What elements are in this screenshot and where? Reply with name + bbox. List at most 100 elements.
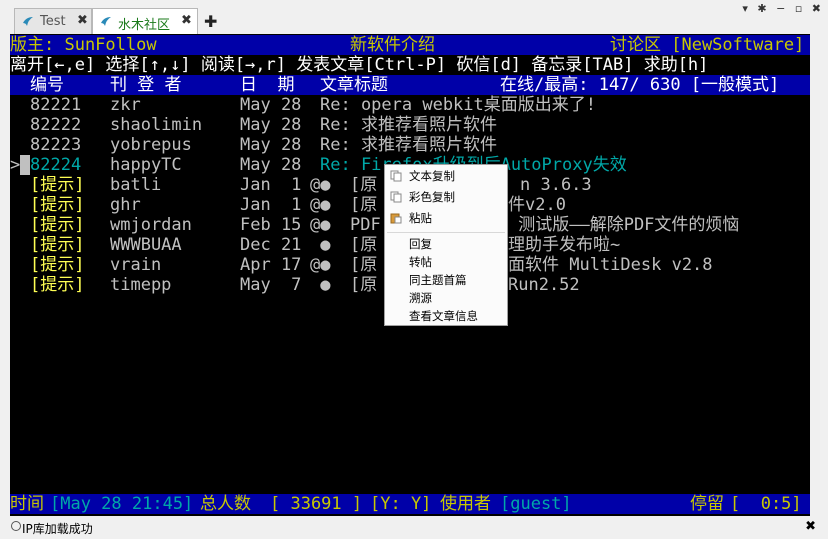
post-num: 82224 <box>30 155 82 175</box>
post-date: Jan 1 <box>240 175 302 195</box>
post-num: [提示] <box>30 215 85 235</box>
post-num: [提示] <box>30 275 85 295</box>
board-header: 版主: SunFollow 新软件介绍 讨论区 [NewSoftware] <box>10 35 810 55</box>
menu-item-forward[interactable]: 转帖 <box>385 253 507 271</box>
status-close-icon[interactable]: ✖ <box>805 519 816 534</box>
post-title: [原 <box>350 195 378 215</box>
post-flag: @● <box>310 215 331 235</box>
board-name: 讨论区 [NewSoftware] <box>610 35 805 55</box>
post-title: [原 <box>350 175 378 195</box>
post-title: [原 <box>350 235 378 255</box>
post-flag: @● <box>310 195 331 215</box>
post-title-tail: 理助手发布啦~ <box>508 235 621 255</box>
post-date: Apr 17 <box>240 255 302 275</box>
post-row[interactable]: 82222 shaolimin May 28 Re: 求推荐看照片软件 <box>10 115 810 135</box>
post-date: Jan 1 <box>240 195 302 215</box>
post-row[interactable]: 82221 zkr May 28 Re: opera webkit桌面版出来了! <box>10 95 810 115</box>
menu-item-copy-text[interactable]: 文本复制 <box>385 167 507 185</box>
menu-item-reply[interactable]: 回复 <box>385 235 507 253</box>
user-label: 使用者 <box>440 494 491 514</box>
online-count: 在线/最高: 147/ 630 [一般模式] <box>500 75 780 95</box>
post-title-tail: Run2.52 <box>508 275 580 295</box>
yy-value: [Y: Y] <box>370 494 432 514</box>
menu-item-trace-source[interactable]: 溯源 <box>385 289 507 307</box>
column-header: 编号 刊 登 者 日 期 文章标题 在线/最高: 147/ 630 [一般模式] <box>10 75 810 95</box>
post-title: PDF <box>350 215 381 235</box>
tab-bar: Test ✖ 水木社区 ✖ ✚ ▾ ✱ − ▫ ✖ <box>0 0 828 35</box>
post-title-tail: 面软件 MultiDesk v2.8 <box>508 255 713 275</box>
status-text: IP库加载成功 <box>22 522 93 536</box>
selection-marker: > <box>10 155 21 175</box>
context-menu: 文本复制 彩色复制 粘贴 回复 转帖 同主题首篇 溯源 查看文章信息 <box>384 164 508 326</box>
post-author: WWWBUAA <box>110 235 182 255</box>
post-author: shaolimin <box>110 115 203 135</box>
post-num: 82221 <box>30 95 82 115</box>
post-title: Re: 求推荐看照片软件 <box>320 135 497 155</box>
post-num: 82222 <box>30 115 82 135</box>
post-title: [原 <box>350 255 378 275</box>
post-author: vrain <box>110 255 162 275</box>
copy-color-icon <box>390 191 402 203</box>
post-flag: @● <box>310 255 331 275</box>
tab-test[interactable]: Test ✖ <box>14 8 92 34</box>
post-num: [提示] <box>30 235 85 255</box>
user-value: [guest] <box>500 494 572 514</box>
globe-icon <box>11 521 21 531</box>
post-date: May 28 <box>240 155 302 175</box>
total-value: [ 33691 ] <box>270 494 363 514</box>
stay-value: [ 0:5] <box>730 494 802 514</box>
post-date: Dec 21 <box>240 235 302 255</box>
post-title: Re: opera webkit桌面版出来了! <box>320 95 596 115</box>
menu-item-post-info[interactable]: 查看文章信息 <box>385 307 507 325</box>
post-num: 82223 <box>30 135 82 155</box>
post-author: timepp <box>110 275 172 295</box>
post-title: Re: 求推荐看照片软件 <box>320 115 497 135</box>
status-bar: IP库加载成功 ✖ <box>0 516 828 539</box>
post-author: ghr <box>110 195 141 215</box>
menu-separator <box>387 232 505 233</box>
help-line: 离开[←,e] 选择[↑,↓] 阅读[→,r] 发表文章[Ctrl-P] 砍信[… <box>10 55 709 75</box>
stay-label: 停留 <box>690 494 724 514</box>
post-flag: ● <box>310 235 331 255</box>
col-date: 日 期 <box>240 75 295 95</box>
post-author: yobrepus <box>110 135 192 155</box>
tab-shuimu[interactable]: 水木社区 ✖ <box>92 8 198 35</box>
vertical-scrollbar[interactable] <box>812 34 828 516</box>
time-value: [May 28 21:45] <box>50 494 194 514</box>
text-cursor <box>20 155 30 175</box>
paste-icon <box>390 213 402 224</box>
col-num: 编号 <box>30 75 64 95</box>
time-label: 时间 <box>10 494 44 514</box>
post-author: wmjordan <box>110 215 192 235</box>
post-date: May 28 <box>240 115 302 135</box>
menu-item-copy-color[interactable]: 彩色复制 <box>385 188 507 206</box>
add-tab-button[interactable]: ✚ <box>204 12 217 31</box>
menu-item-paste[interactable]: 粘贴 <box>385 209 507 227</box>
total-label: 总人数 <box>200 494 251 514</box>
post-num: [提示] <box>30 255 85 275</box>
post-author: batli <box>110 175 162 195</box>
post-date: May 28 <box>240 135 302 155</box>
tab-label: Test <box>40 14 66 29</box>
post-title-tail: n 3.6.3 <box>520 175 592 195</box>
post-flag: @● <box>310 175 331 195</box>
post-num: [提示] <box>30 195 85 215</box>
site-logo-icon <box>101 17 111 26</box>
post-num: [提示] <box>30 175 85 195</box>
post-date: Feb 15 <box>240 215 302 235</box>
copy-text-icon <box>390 170 402 182</box>
menu-item-thread-first[interactable]: 同主题首篇 <box>385 271 507 289</box>
col-title: 文章标题 <box>320 75 388 95</box>
window-controls[interactable]: ▾ ✱ − ▫ ✖ <box>742 2 824 15</box>
col-author: 刊 登 者 <box>110 75 182 95</box>
post-title: [原 <box>350 275 378 295</box>
post-flag: ● <box>310 275 331 295</box>
post-row[interactable]: 82223 yobrepus May 28 Re: 求推荐看照片软件 <box>10 135 810 155</box>
moderator-text: 版主: SunFollow <box>10 35 157 55</box>
footer-bar: 时间 [May 28 21:45] 总人数 [ 33691 ] [Y: Y] 使… <box>10 494 810 514</box>
tab-close-icon[interactable]: ✖ <box>181 13 192 28</box>
tab-label: 水木社区 <box>118 18 171 33</box>
post-author: happyTC <box>110 155 182 175</box>
post-date: May 28 <box>240 95 302 115</box>
tab-close-icon[interactable]: ✖ <box>77 13 88 28</box>
